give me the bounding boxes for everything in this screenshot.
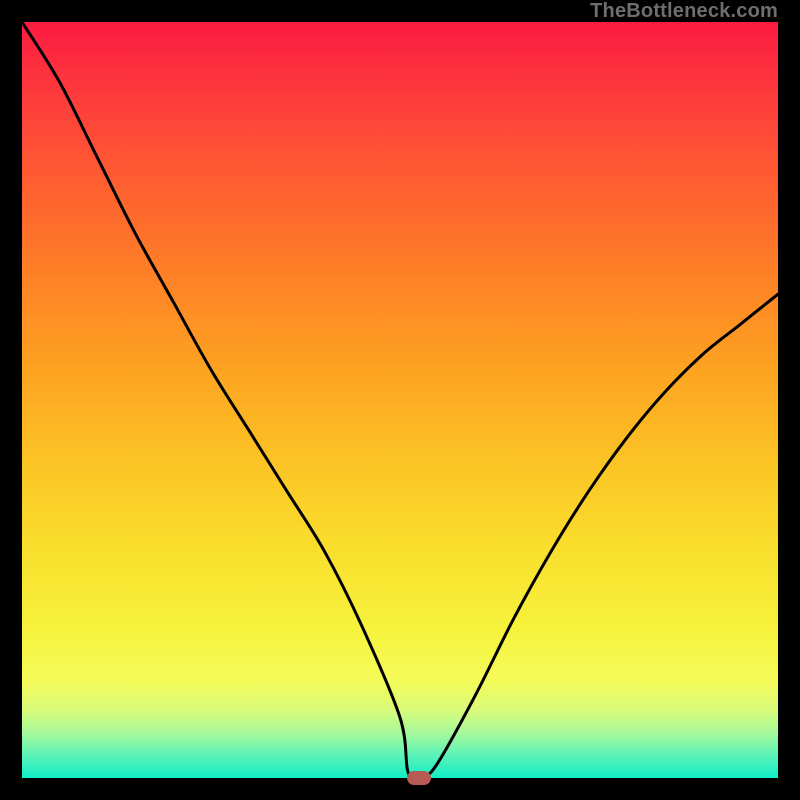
chart-frame: TheBottleneck.com [0,0,800,800]
plot-area [22,22,778,778]
bottleneck-curve [22,22,778,778]
optimal-point-marker [407,771,431,785]
brand-watermark: TheBottleneck.com [590,0,778,22]
